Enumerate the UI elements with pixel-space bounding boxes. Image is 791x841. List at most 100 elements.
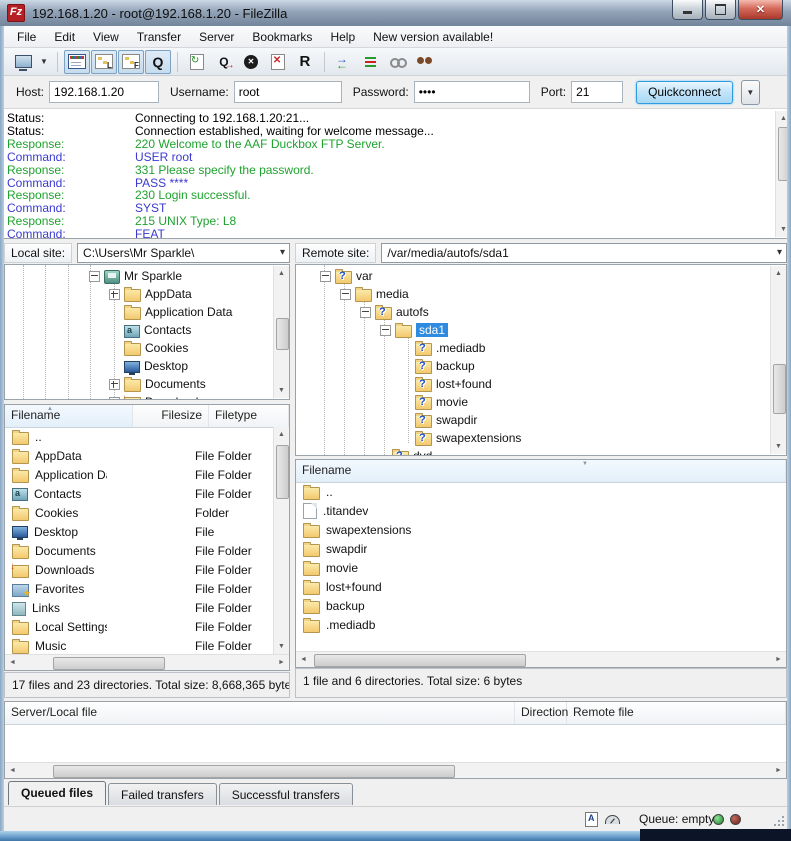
local-site-combobox[interactable]: C:\Users\Mr Sparkle\ [77,243,290,263]
tree-row[interactable]: Application Data [5,303,289,321]
tree-row[interactable]: autofs [296,303,786,321]
file-row[interactable]: AppDataFile Folder [5,446,273,465]
file-row[interactable]: CookiesFolder [5,503,273,522]
username-input[interactable] [234,81,342,103]
site-manager-button[interactable] [10,50,36,74]
toggle-queue-button[interactable] [145,50,171,74]
column-filesize[interactable]: Filesize [133,405,209,427]
menu-file[interactable]: File [8,27,45,47]
synchronized-browsing-button[interactable] [385,50,411,74]
process-queue-button[interactable] [211,50,237,74]
tree-row[interactable]: var [296,267,786,285]
file-row[interactable]: movie [296,558,786,577]
file-row[interactable]: swapdir [296,539,786,558]
maximize-button[interactable] [705,0,736,20]
tree-row[interactable]: Documents [5,375,289,393]
file-row[interactable]: MusicFile Folder [5,636,273,654]
menu-edit[interactable]: Edit [45,27,84,47]
local-tree-scrollbar[interactable]: ▲ ▼ [273,266,289,398]
file-row[interactable]: FavoritesFile Folder [5,579,273,598]
tree-row[interactable]: lost+found [296,375,786,393]
local-list-vscrollbar[interactable]: ▲ ▼ [273,427,289,654]
column-filename[interactable]: Filename ▲ [5,405,133,427]
file-row[interactable]: Local SettingsFile Folder [5,617,273,636]
menu-new-version[interactable]: New version available! [364,27,502,47]
column-filetype[interactable]: Filetype [209,405,289,427]
collapse-icon[interactable] [380,325,391,336]
local-list-hscrollbar[interactable]: ◄ ► [5,654,289,670]
find-files-button[interactable] [412,50,438,74]
collapse-icon[interactable] [320,271,331,282]
file-row[interactable]: .. [5,427,273,446]
close-button[interactable]: ✕ [738,0,783,20]
tree-row[interactable]: movie [296,393,786,411]
tree-row[interactable]: Desktop [5,357,289,375]
tree-row[interactable]: Contacts [5,321,289,339]
password-input[interactable] [414,81,530,103]
refresh-button[interactable] [184,50,210,74]
menu-view[interactable]: View [84,27,128,47]
filter-listing-button[interactable] [358,50,384,74]
tree-row[interactable]: AppData [5,285,289,303]
cancel-operation-button[interactable] [238,50,264,74]
tree-row[interactable]: .mediadb [296,339,786,357]
file-row[interactable]: backup [296,596,786,615]
tree-row-selected[interactable]: sda1 [296,321,786,339]
site-manager-dropdown[interactable]: ▼ [37,57,51,66]
tree-row[interactable]: Cookies [5,339,289,357]
column-direction[interactable]: Direction [515,702,567,724]
menu-help[interactable]: Help [321,27,364,47]
tree-row[interactable]: Mr Sparkle [5,267,289,285]
file-row[interactable]: lost+found [296,577,786,596]
tree-row[interactable]: dvd [296,447,786,456]
file-row[interactable]: DesktopFile [5,522,273,541]
tree-row[interactable]: swapextensions [296,429,786,447]
expand-icon[interactable] [109,397,120,401]
minimize-button[interactable] [672,0,703,20]
column-remote-file[interactable]: Remote file [567,702,786,724]
remote-list-hscrollbar[interactable]: ◄ ► [296,651,786,667]
tree-row[interactable]: Downloads [5,393,289,400]
remote-site-combobox[interactable]: /var/media/autofs/sda1 [381,243,787,263]
sort-ascending-icon: ▲ [47,406,53,412]
menu-server[interactable]: Server [190,27,243,47]
tree-row[interactable]: backup [296,357,786,375]
file-row[interactable]: Application DataFile Folder [5,465,273,484]
collapse-icon[interactable] [340,289,351,300]
file-row[interactable]: .titandev [296,501,786,520]
quickconnect-button[interactable]: Quickconnect [636,81,733,104]
file-row[interactable]: DownloadsFile Folder [5,560,273,579]
expand-icon[interactable] [109,289,120,300]
remote-tree-scrollbar[interactable]: ▲ ▼ [770,266,786,454]
file-row[interactable]: DocumentsFile Folder [5,541,273,560]
file-row[interactable]: ContactsFile Folder [5,484,273,503]
toggle-remote-tree-button[interactable] [118,50,144,74]
directory-comparison-button[interactable] [331,50,357,74]
file-row[interactable]: LinksFile Folder [5,598,273,617]
disconnect-button[interactable] [265,50,291,74]
tree-row[interactable]: swapdir [296,411,786,429]
menu-transfer[interactable]: Transfer [128,27,190,47]
contacts-icon [12,488,28,501]
tab-queued-files[interactable]: Queued files [8,781,106,805]
menu-bookmarks[interactable]: Bookmarks [243,27,321,47]
port-input[interactable] [571,81,623,103]
host-input[interactable] [49,81,159,103]
toggle-message-log-button[interactable] [64,50,90,74]
tab-successful-transfers[interactable]: Successful transfers [219,783,353,805]
toggle-local-tree-button[interactable] [91,50,117,74]
column-server-local-file[interactable]: Server/Local file [5,702,515,724]
collapse-icon[interactable] [360,307,371,318]
reconnect-button[interactable] [292,50,318,74]
expand-icon[interactable] [109,379,120,390]
column-filename[interactable]: Filename ▼ [296,460,786,482]
resize-grip[interactable] [773,815,785,827]
collapse-icon[interactable] [89,271,100,282]
file-row[interactable]: swapextensions [296,520,786,539]
tree-row[interactable]: media [296,285,786,303]
file-row[interactable]: .mediadb [296,615,786,634]
quickconnect-dropdown[interactable]: ▼ [741,80,760,105]
file-row[interactable]: .. [296,482,786,501]
queue-hscrollbar[interactable]: ◄ ► [5,762,786,778]
tab-failed-transfers[interactable]: Failed transfers [108,783,217,805]
